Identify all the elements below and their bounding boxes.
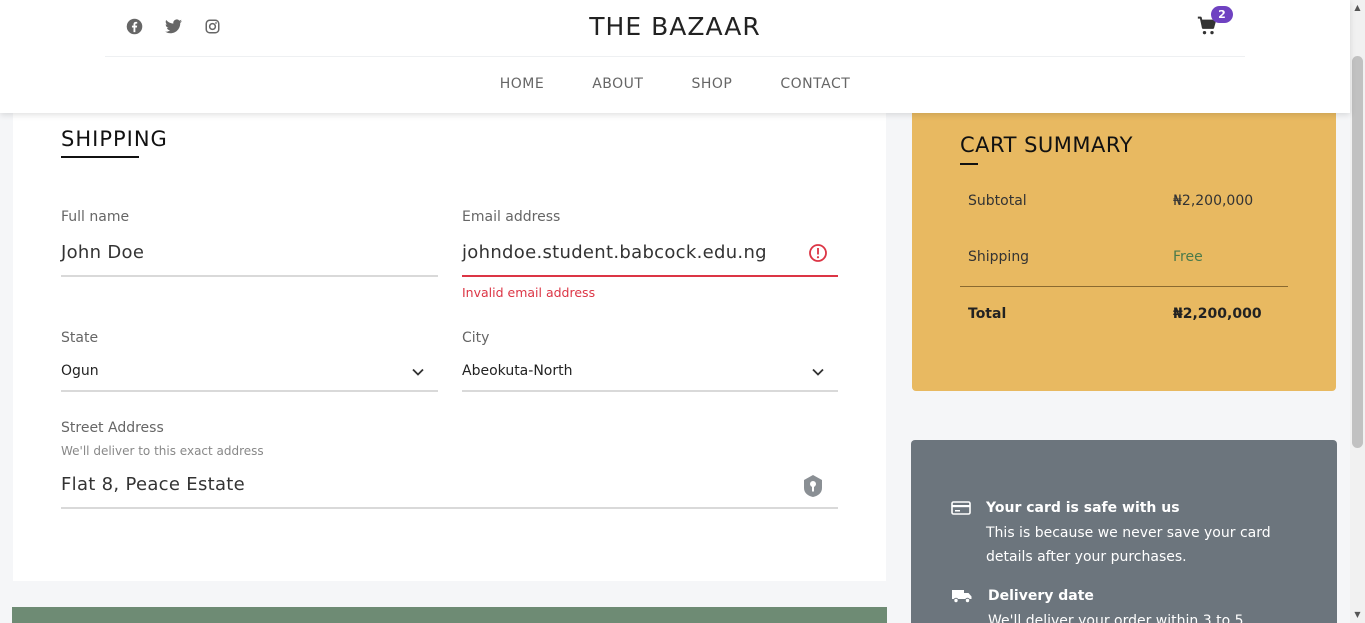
cart-summary-card: CART SUMMARY Subtotal ₦2,200,000 Shippin… [912, 113, 1336, 391]
full-name-label: Full name [61, 209, 130, 225]
cart-summary-underline [960, 163, 978, 165]
state-label: State [61, 330, 99, 346]
scroll-down-arrow[interactable]: ▼ [1353, 610, 1362, 619]
email-label: Email address [462, 209, 561, 225]
shipping-value: Free [1173, 249, 1203, 265]
chevron-down-icon[interactable] [811, 364, 825, 378]
nav-home[interactable]: HOME [500, 76, 544, 92]
shipping-form-card: SHIPPING Full name John Doe Email addres… [13, 113, 886, 581]
delivery-date-title: Delivery date [988, 588, 1094, 604]
state-select[interactable]: Ogun [61, 363, 99, 379]
street-input[interactable]: Flat 8, Peace Estate [61, 474, 245, 495]
total-value: ₦2,200,000 [1173, 306, 1262, 322]
page-scrollbar[interactable]: ▲ ▼ [1350, 0, 1365, 623]
city-select[interactable]: Abeokuta-North [462, 363, 572, 379]
full-name-input[interactable]: John Doe [61, 242, 144, 263]
scroll-thumb[interactable] [1352, 56, 1363, 448]
subtotal-value: ₦2,200,000 [1173, 193, 1254, 209]
error-icon [808, 243, 828, 263]
street-label: Street Address [61, 420, 164, 436]
chevron-down-icon[interactable] [411, 364, 425, 378]
credit-card-icon [951, 500, 971, 516]
state-underline [61, 390, 438, 392]
brand-logo-text[interactable]: THE BAZAAR [0, 12, 1350, 41]
nav-shop[interactable]: SHOP [691, 76, 732, 92]
city-label: City [462, 330, 490, 346]
city-underline [462, 390, 838, 392]
shipping-title-underline [61, 156, 139, 158]
cart-count-badge: 2 [1211, 6, 1233, 23]
nav-about[interactable]: ABOUT [592, 76, 643, 92]
nav-contact[interactable]: CONTACT [780, 76, 850, 92]
total-label: Total [968, 306, 1007, 322]
subtotal-label: Subtotal [968, 193, 1027, 209]
delivery-date-text: We'll deliver your order within 3 to 5 [988, 613, 1244, 623]
shipping-title: SHIPPING [61, 127, 168, 151]
shipping-label: Shipping [968, 249, 1030, 265]
info-card: Your card is safe with us This is becaus… [911, 440, 1337, 623]
street-hint: We'll deliver to this exact address [61, 444, 264, 458]
email-underline [462, 275, 838, 277]
card-safe-title: Your card is safe with us [986, 500, 1180, 516]
delivery-truck-icon [951, 588, 972, 604]
email-input[interactable]: johndoe.student.babcock.edu.ng [462, 242, 767, 263]
main-nav: HOME ABOUT SHOP CONTACT [0, 76, 1350, 92]
cart-summary-title: CART SUMMARY [960, 133, 1133, 157]
street-underline [61, 507, 838, 509]
nav-divider [105, 56, 1245, 57]
scroll-up-arrow[interactable]: ▲ [1353, 3, 1362, 12]
payment-section-header [12, 607, 887, 623]
password-key-icon[interactable] [802, 474, 824, 498]
card-safe-text: This is because we never save your card … [986, 525, 1271, 565]
email-error-message: Invalid email address [462, 285, 596, 300]
full-name-underline [61, 275, 438, 277]
site-header: THE BAZAAR 2 HOME ABOUT SHOP CONTACT [0, 0, 1350, 113]
summary-divider [960, 286, 1288, 287]
